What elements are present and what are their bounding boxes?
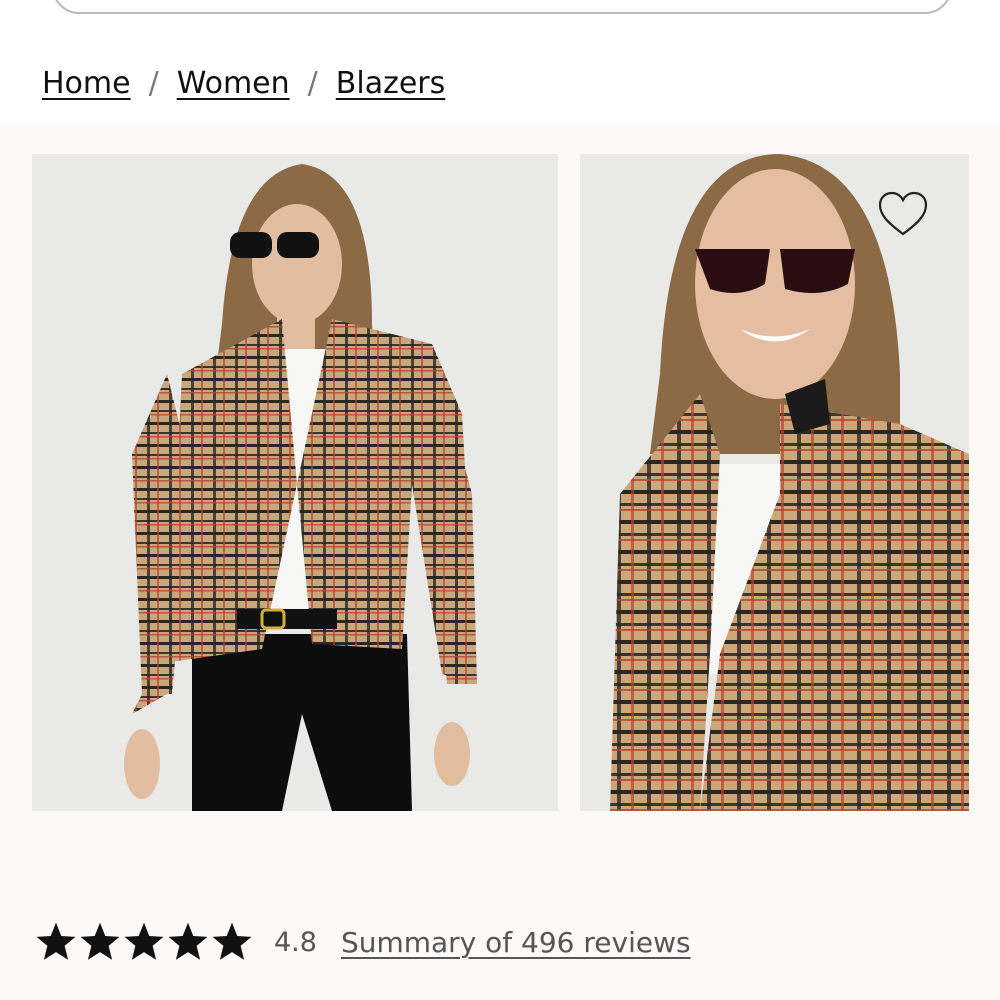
star-icon: [124, 922, 164, 960]
star-icon: [80, 922, 120, 960]
product-image-full[interactable]: [32, 154, 558, 811]
breadcrumb: Home / Women / Blazers: [42, 66, 445, 101]
product-image-closeup[interactable]: [580, 154, 969, 811]
rating-summary: 4.8 Summary of 496 reviews: [34, 918, 691, 966]
breadcrumb-blazers[interactable]: Blazers: [336, 66, 445, 101]
star-icon: [212, 922, 252, 960]
rating-value: 4.8: [274, 926, 317, 958]
favorite-button[interactable]: [876, 188, 930, 242]
breadcrumb-home[interactable]: Home: [42, 66, 131, 101]
breadcrumb-separator: /: [148, 66, 159, 101]
search-bar[interactable]: [52, 0, 952, 14]
star-icon: [36, 922, 76, 960]
star-rating: [34, 920, 254, 964]
star-icon: [168, 922, 208, 960]
reviews-summary-link[interactable]: Summary of 496 reviews: [341, 926, 691, 959]
breadcrumb-separator: /: [307, 66, 318, 101]
breadcrumb-women[interactable]: Women: [177, 66, 290, 101]
product-gallery: [0, 124, 1000, 1000]
heart-outline-icon: [878, 191, 928, 236]
